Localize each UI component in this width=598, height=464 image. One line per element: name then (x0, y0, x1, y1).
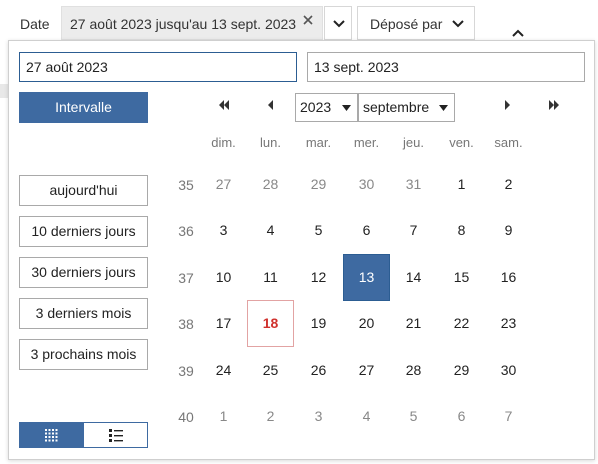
day-cell[interactable]: 30 (485, 347, 532, 394)
grid-view-icon (45, 429, 58, 442)
end-date-input[interactable]: 13 sept. 2023 (307, 52, 585, 82)
chevron-down-icon (452, 20, 464, 28)
month-select-value: septembre (363, 99, 430, 115)
week-number: 38 (178, 316, 194, 332)
weekday-header: mar. (305, 135, 332, 150)
date-range-picker: 27 août 2023 13 sept. 2023 Intervalle au… (8, 40, 595, 460)
list-view-icon (109, 429, 123, 442)
deposited-by-label: Déposé par (370, 16, 443, 32)
day-cell[interactable]: 15 (438, 254, 485, 301)
month-select[interactable]: septembre (358, 93, 455, 122)
selected-day-cell[interactable]: 13 (343, 254, 390, 301)
day-cell[interactable]: 5 (390, 393, 437, 440)
view-toggle (19, 422, 148, 448)
date-filter-value: 27 août 2023 jusqu'au 13 sept. 2023 (70, 16, 297, 32)
day-cell[interactable]: 22 (438, 300, 485, 347)
day-cell[interactable]: 30 (343, 161, 390, 208)
day-cell[interactable]: 3 (200, 207, 247, 254)
preset-last-3-months-button[interactable]: 3 derniers mois (19, 298, 148, 329)
day-cell[interactable]: 16 (485, 254, 532, 301)
close-icon[interactable] (301, 13, 315, 27)
year-select[interactable]: 2023 (295, 93, 358, 122)
day-cell[interactable]: 14 (390, 254, 437, 301)
day-cell[interactable]: 29 (438, 347, 485, 394)
day-cell[interactable]: 8 (438, 207, 485, 254)
day-cell[interactable]: 24 (200, 347, 247, 394)
day-cell[interactable]: 2 (247, 393, 294, 440)
day-cell[interactable]: 20 (343, 300, 390, 347)
day-cell[interactable]: 29 (295, 161, 342, 208)
double-chevron-left-icon[interactable] (218, 100, 230, 110)
day-cell[interactable]: 3 (295, 393, 342, 440)
day-cell[interactable]: 27 (200, 161, 247, 208)
chevron-down-icon (342, 105, 351, 111)
day-cell[interactable]: 7 (485, 393, 532, 440)
weekday-header: sam. (494, 135, 523, 150)
weekday-header: mer. (353, 135, 380, 150)
day-cell[interactable]: 4 (247, 207, 294, 254)
week-number: 39 (178, 363, 194, 379)
chevron-down-icon (333, 20, 345, 28)
day-cell[interactable]: 19 (295, 300, 342, 347)
date-filter-dropdown-button[interactable] (324, 6, 352, 40)
day-cell[interactable]: 1 (438, 161, 485, 208)
day-cell[interactable]: 27 (343, 347, 390, 394)
day-cell[interactable]: 10 (200, 254, 247, 301)
weekday-header: ven. (449, 135, 474, 150)
day-cell[interactable]: 7 (390, 207, 437, 254)
year-select-value: 2023 (300, 99, 332, 115)
preset-next-3-months-button[interactable]: 3 prochains mois (19, 339, 148, 370)
deposited-by-filter[interactable]: Déposé par (357, 6, 475, 40)
day-cell[interactable]: 31 (390, 161, 437, 208)
chevron-down-icon (439, 105, 448, 111)
day-cell[interactable]: 28 (390, 347, 437, 394)
day-cell[interactable]: 4 (343, 393, 390, 440)
list-view-button[interactable] (84, 423, 147, 447)
double-chevron-right-icon[interactable] (548, 100, 560, 110)
day-cell[interactable]: 11 (247, 254, 294, 301)
week-number: 35 (178, 177, 194, 193)
chevron-right-icon[interactable] (505, 100, 511, 110)
week-number: 37 (178, 270, 194, 286)
day-cell[interactable]: 12 (295, 254, 342, 301)
day-cell[interactable]: 28 (247, 161, 294, 208)
weekday-header: dim. (211, 135, 236, 150)
preset-last-10-days-button[interactable]: 10 derniers jours (19, 216, 148, 247)
day-cell[interactable]: 17 (200, 300, 247, 347)
preset-today-button[interactable]: aujourd'hui (19, 175, 148, 206)
week-number: 36 (178, 223, 194, 239)
chevron-left-icon[interactable] (267, 100, 273, 110)
day-cell[interactable]: 2 (485, 161, 532, 208)
start-date-input[interactable]: 27 août 2023 (19, 52, 297, 82)
day-cell[interactable]: 9 (485, 207, 532, 254)
week-number: 40 (178, 409, 194, 425)
date-filter-chip[interactable]: 27 août 2023 jusqu'au 13 sept. 2023 (61, 6, 323, 40)
day-cell[interactable]: 6 (343, 207, 390, 254)
day-cell[interactable]: 1 (200, 393, 247, 440)
date-filter-label: Date (20, 16, 50, 32)
today-day-cell[interactable]: 18 (247, 300, 294, 347)
grid-view-button[interactable] (20, 423, 84, 447)
weekday-header: jeu. (403, 135, 424, 150)
preset-last-30-days-button[interactable]: 30 derniers jours (19, 257, 148, 288)
day-cell[interactable]: 5 (295, 207, 342, 254)
day-cell[interactable]: 23 (485, 300, 532, 347)
day-cell[interactable]: 21 (390, 300, 437, 347)
interval-button[interactable]: Intervalle (19, 92, 148, 123)
day-cell[interactable]: 25 (247, 347, 294, 394)
weekday-header: lun. (260, 135, 281, 150)
day-cell[interactable]: 26 (295, 347, 342, 394)
chevron-up-icon[interactable] (512, 29, 524, 37)
day-cell[interactable]: 6 (438, 393, 485, 440)
